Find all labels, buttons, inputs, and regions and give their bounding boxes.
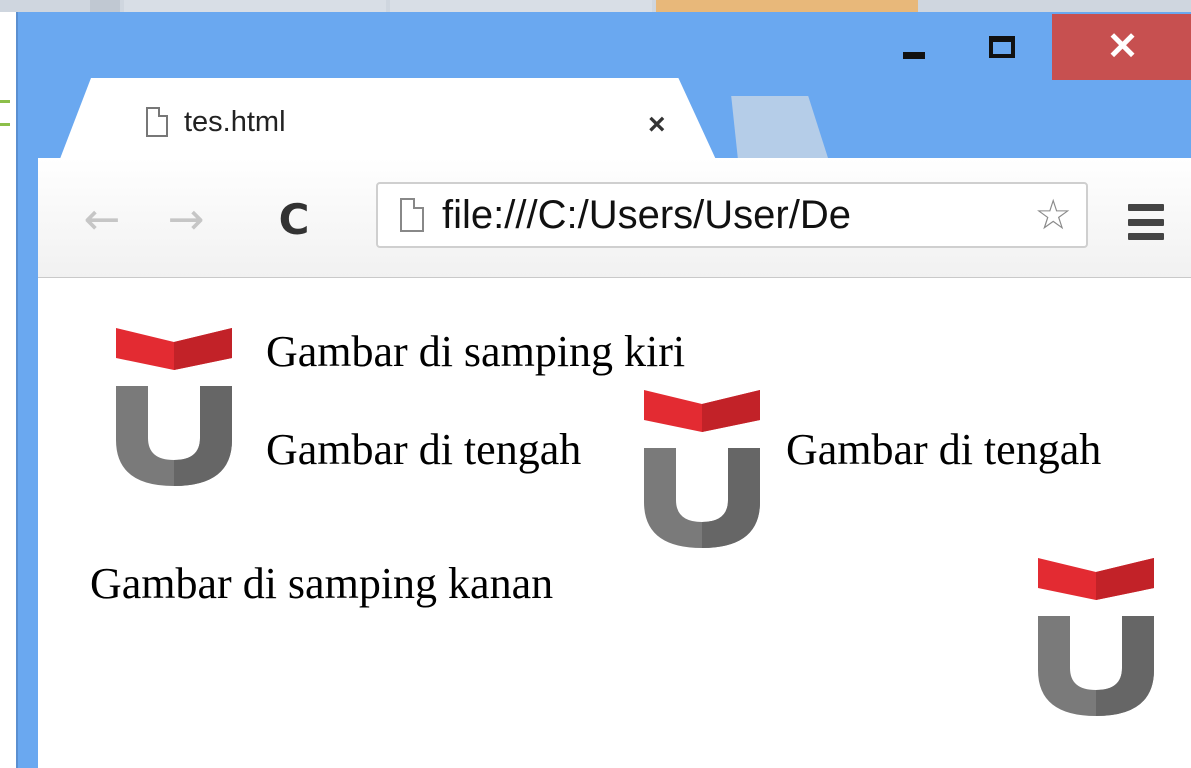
text-right: Gambar di samping kanan	[90, 559, 554, 608]
page-file-icon	[400, 198, 424, 232]
desktop-background-strip	[0, 0, 1191, 12]
forward-arrow-icon: →	[167, 193, 205, 245]
menu-button[interactable]	[1128, 204, 1164, 240]
back-button[interactable]: ←	[72, 193, 132, 245]
close-icon: ✕	[1106, 26, 1139, 68]
reload-icon: C	[278, 194, 310, 244]
text-left: Gambar di samping kiri	[266, 327, 686, 376]
telkom-logo-image	[644, 390, 760, 548]
tab-tes-html[interactable]: tes.html	[58, 78, 718, 164]
hamburger-icon-bar	[1128, 218, 1164, 226]
desktop-marker	[0, 100, 10, 126]
page-content: Gambar di samping kiri Gambar di tengah …	[38, 278, 1191, 768]
text-middle-right: Gambar di tengah	[786, 425, 1102, 474]
browser-window: ✕ tes.html × ← → C file:///C:/Users/User…	[16, 12, 1191, 768]
forward-button[interactable]: →	[156, 193, 216, 245]
tab-title: tes.html	[184, 105, 286, 138]
new-tab-button[interactable]	[731, 96, 828, 158]
telkom-logo-image	[116, 328, 232, 486]
telkom-logo-image	[1038, 558, 1154, 716]
bookmark-star-icon[interactable]: ☆	[1034, 190, 1072, 239]
minimize-button[interactable]	[880, 14, 948, 80]
back-arrow-icon: ←	[83, 193, 121, 245]
address-bar[interactable]: file:///C:/Users/User/De ☆	[376, 182, 1088, 248]
browser-toolbar: ← → C file:///C:/Users/User/De ☆	[38, 158, 1191, 278]
hamburger-icon-bar	[1128, 233, 1164, 240]
file-icon	[146, 107, 168, 137]
text-middle-left: Gambar di tengah	[266, 425, 582, 474]
desktop-left-edge	[0, 12, 16, 768]
window-close-button[interactable]: ✕	[1052, 14, 1191, 80]
tab-close-button[interactable]: ×	[648, 108, 666, 142]
maximize-icon	[989, 36, 1015, 58]
minimize-icon	[903, 51, 925, 59]
hamburger-icon-bar	[1128, 204, 1164, 211]
url-text[interactable]: file:///C:/Users/User/De	[442, 193, 1022, 238]
maximize-button[interactable]	[968, 14, 1036, 80]
reload-button[interactable]: C	[264, 194, 324, 244]
